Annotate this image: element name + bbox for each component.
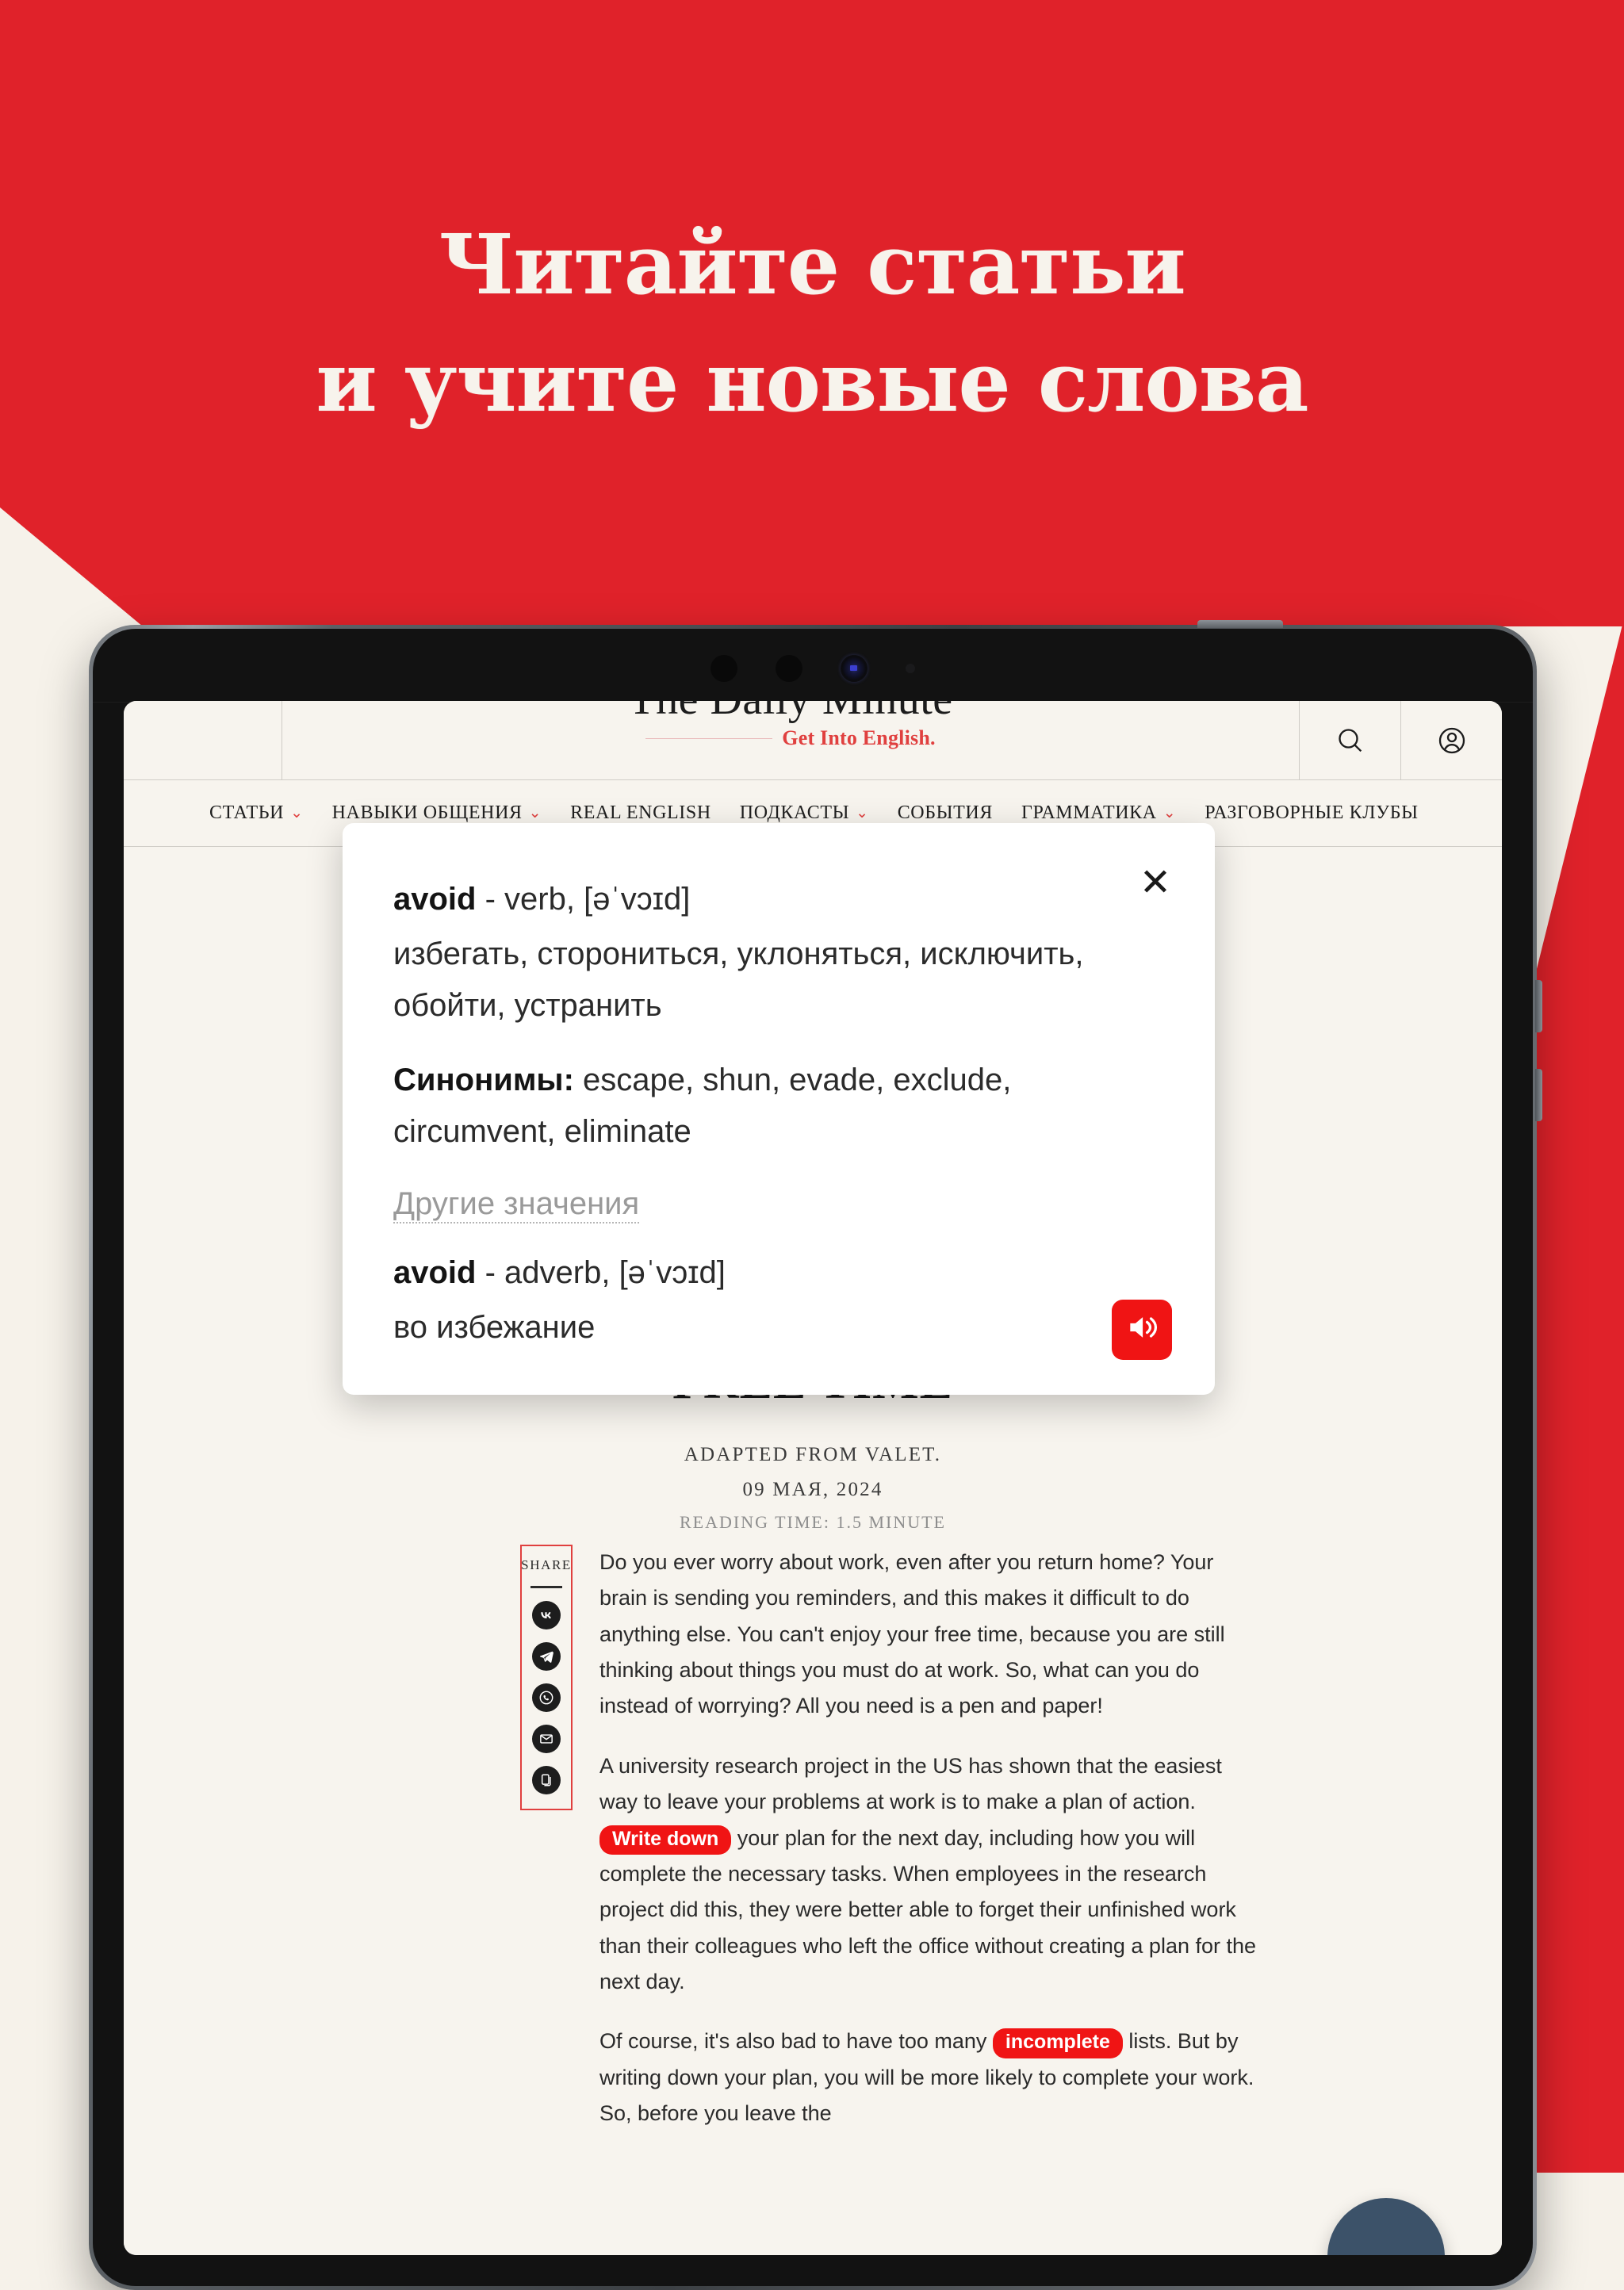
nav-item-podcasts[interactable]: ПОДКАСТЫ ⌄ — [740, 802, 869, 824]
nav-item-articles[interactable]: СТАТЬИ ⌄ — [209, 802, 304, 824]
power-button[interactable] — [1197, 620, 1283, 628]
account-icon[interactable] — [1436, 725, 1468, 756]
close-icon[interactable]: ✕ — [1137, 864, 1174, 902]
dictionary-entry-1-header: avoid - verb, [əˈvɔɪd] — [393, 874, 1164, 925]
speaker-sensor-icon — [710, 655, 737, 682]
whatsapp-icon[interactable] — [532, 1683, 561, 1712]
article-page: STOP WORRYING ✕ avoid - verb, [əˈvɔɪd] и… — [124, 823, 1502, 2255]
article-paragraph: Do you ever worry about work, even after… — [599, 1550, 1225, 1718]
header-search-cell[interactable] — [1299, 701, 1400, 779]
light-sensor-icon — [906, 664, 915, 673]
site-logo[interactable]: The Daily Minute Get Into English. — [282, 701, 1299, 779]
share-rail: SHARE — [520, 1545, 573, 1810]
article-reading-time: READING TIME: 1.5 MINUTE — [679, 1511, 946, 1532]
chevron-down-icon: ⌄ — [1162, 805, 1177, 821]
nav-item-label: ПОДКАСТЫ — [739, 802, 850, 823]
article-paragraph: Of course, it's also bad to have too man… — [599, 2024, 1266, 2131]
volume-icon — [1124, 1310, 1159, 1349]
telegram-icon[interactable] — [532, 1642, 561, 1671]
dictionary-ipa: [əˈvɔɪd] — [584, 882, 691, 917]
nav-item-label: РАЗГОВОРНЫЕ КЛУБЫ — [1205, 802, 1419, 823]
chat-bubble-button[interactable] — [1327, 2198, 1445, 2255]
chevron-down-icon: ⌄ — [856, 805, 869, 821]
header-left-cell — [124, 701, 282, 779]
nav-item-label: СТАТЬИ — [209, 802, 285, 823]
search-icon[interactable] — [1335, 725, 1366, 756]
paragraph-text-before: Of course, it's also bad to have too man… — [599, 2029, 993, 2054]
dictionary-popup: ✕ avoid - verb, [əˈvɔɪd] избегать, сторо… — [343, 823, 1215, 1395]
dictionary-entry-2-translations: во избежание — [393, 1309, 596, 1345]
pronounce-button[interactable] — [1112, 1299, 1172, 1360]
nav-item-speaking-clubs[interactable]: РАЗГОВОРНЫЕ КЛУБЫ — [1205, 802, 1418, 824]
volume-down-button[interactable] — [1535, 1069, 1542, 1121]
nav-item-real-english[interactable]: REAL ENGLISH — [570, 802, 711, 824]
dictionary-word: avoid — [393, 882, 477, 917]
promo-headline-line1: Читайте статьи — [439, 216, 1185, 313]
bezel-sensors — [93, 653, 1533, 684]
dictionary-synonyms-label: Синонимы: — [393, 1063, 574, 1098]
nav-item-label: НАВЫКИ ОБЩЕНИЯ — [331, 802, 523, 823]
copy-link-icon[interactable] — [532, 1766, 561, 1794]
dictionary-entry-2-header: avoid - adverb, [əˈvɔɪd] — [393, 1247, 1164, 1299]
nav-item-label: СОБЫТИЯ — [897, 802, 993, 823]
share-label: SHARE — [521, 1557, 572, 1572]
header-account-cell[interactable] — [1400, 701, 1502, 779]
article-body: Do you ever worry about work, even after… — [599, 1545, 1266, 2155]
other-meanings-link[interactable]: Другие значения — [393, 1186, 640, 1224]
promo-headline: Читайте статьи и учите новые слова — [0, 0, 1624, 440]
tablet-screen: The Daily Minute Get Into English. — [124, 701, 1502, 2255]
logo-rule — [645, 737, 773, 739]
paragraph-text-before: A university research project in the US … — [599, 1753, 1222, 1814]
dictionary-word: avoid — [393, 1254, 477, 1290]
nav-item-events[interactable]: СОБЫТИЯ — [898, 802, 993, 824]
dictionary-ipa: [əˈvɔɪd] — [619, 1254, 726, 1290]
vocabulary-highlight[interactable]: Write down — [599, 1825, 732, 1855]
dictionary-pos: - adverb, — [476, 1254, 619, 1290]
logo-wordmark: The Daily Minute — [628, 701, 952, 725]
dictionary-pos: - verb, — [476, 882, 584, 917]
dictionary-translations: избегать, сторониться, уклоняться, исклю… — [393, 936, 1084, 1023]
nav-item-label: REAL ENGLISH — [570, 802, 711, 823]
chevron-down-icon: ⌄ — [290, 805, 304, 821]
vocabulary-highlight[interactable]: incomplete — [992, 2028, 1123, 2059]
logo-tagline-row: Get Into English. — [645, 726, 935, 750]
vk-icon[interactable] — [532, 1601, 561, 1629]
article-meta: ADAPTED FROM VALET. 09 МАЯ, 2024 READING… — [124, 1438, 1502, 1538]
chevron-down-icon: ⌄ — [528, 805, 542, 821]
nav-item-grammar[interactable]: ГРАММАТИКА ⌄ — [1021, 802, 1176, 824]
article-paragraph: A university research project in the US … — [599, 1748, 1266, 2001]
volume-up-button[interactable] — [1535, 980, 1542, 1032]
site-header: The Daily Minute Get Into English. — [124, 701, 1502, 780]
nav-item-label: ГРАММАТИКА — [1021, 802, 1157, 823]
share-divider — [530, 1586, 562, 1588]
article-source: ADAPTED FROM VALET. — [684, 1444, 942, 1465]
email-icon[interactable] — [532, 1725, 561, 1753]
dictionary-synonyms-row: Синонимы: escape, shun, evade, exclude, … — [393, 1055, 1164, 1158]
logo-tagline: Get Into English. — [782, 726, 936, 749]
front-camera-icon — [841, 655, 868, 682]
promo-headline-line2: и учите новые слова — [316, 332, 1308, 431]
tablet-device: The Daily Minute Get Into English. — [89, 620, 1542, 2290]
article-date: 09 МАЯ, 2024 — [742, 1478, 883, 1500]
proximity-sensor-icon — [776, 655, 802, 682]
nav-item-communication-skills[interactable]: НАВЫКИ ОБЩЕНИЯ ⌄ — [332, 802, 542, 824]
